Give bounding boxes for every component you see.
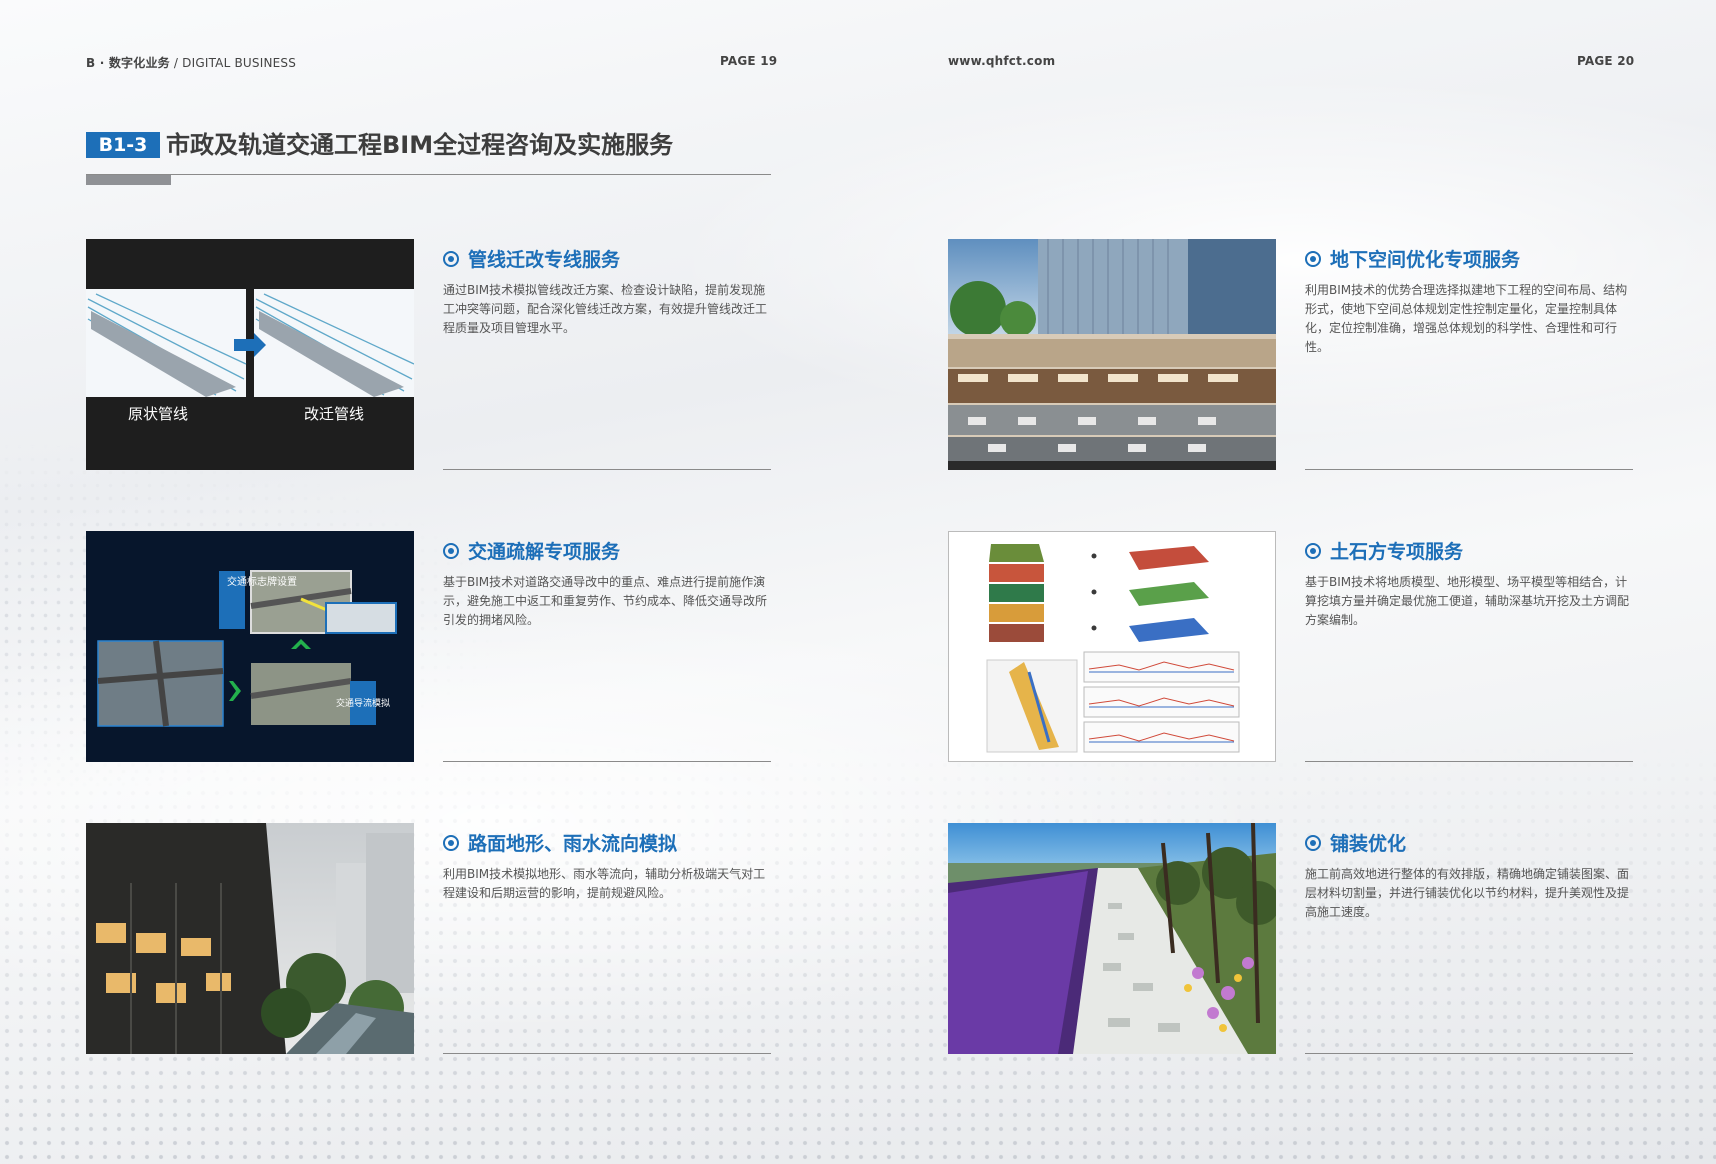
- image-label-original: 原状管线: [128, 405, 188, 423]
- earthwork-analysis-image: [948, 531, 1276, 762]
- section-description: 基于BIM技术对道路交通导改中的重点、难点进行提前施作演示，避免施工中返工和重复…: [443, 575, 768, 627]
- section-heading: 路面地形、雨水流向模拟: [443, 829, 677, 856]
- page-number-right: PAGE 20: [1577, 54, 1635, 68]
- title-accent-bar: [86, 175, 171, 185]
- section-description: 利用BIM技术模拟地形、雨水等流向，辅助分析极端天气对工程建设和后期运营的影响，…: [443, 867, 766, 900]
- target-icon: [443, 834, 459, 851]
- section-description: 利用BIM技术的优势合理选择拟建地下工程的空间布局、结构形式，使地下空间总体规划…: [1305, 283, 1628, 354]
- title-divider: [86, 174, 771, 175]
- section-code-badge: B1-3: [86, 132, 160, 158]
- target-icon: [1305, 834, 1321, 851]
- sign-label-flow: 交通导流模拟: [336, 697, 390, 709]
- underground-space-image: [948, 239, 1276, 470]
- page-number-left: PAGE 19: [720, 54, 778, 68]
- section-divider: [443, 761, 771, 762]
- section-title-block: B1-3 市政及轨道交通工程BIM全过程咨询及实施服务: [86, 130, 771, 188]
- traffic-diversion-image: 交通标志牌设置 交通导流模拟: [86, 531, 414, 762]
- header-section-label: B · 数字化业务 / DIGITAL BUSINESS: [86, 56, 297, 70]
- website-url: www.qhfct.com: [948, 54, 1056, 68]
- image-label-modified: 改迁管线: [304, 405, 364, 423]
- target-icon: [443, 542, 459, 559]
- page-title: 市政及轨道交通工程BIM全过程咨询及实施服务: [166, 131, 674, 159]
- pipeline-comparison-image: 原状管线 改迁管线: [86, 239, 414, 470]
- target-icon: [1305, 250, 1321, 267]
- section-description: 施工前高效地进行整体的有效排版，精确地确定铺装图案、面层材料切割量，并进行铺装优…: [1305, 867, 1630, 919]
- target-icon: [443, 250, 459, 267]
- paving-optimization-image: [948, 823, 1276, 1054]
- section-heading: 地下空间优化专项服务: [1305, 245, 1520, 272]
- section-divider: [1305, 1053, 1633, 1054]
- sign-label-vertical: 交通标志牌设置: [227, 575, 297, 588]
- section-divider: [1305, 469, 1633, 470]
- section-description: 通过BIM技术模拟管线改迁方案、检查设计缺陷，提前发现施工冲突等问题，配合深化管…: [443, 283, 768, 335]
- section-divider: [1305, 761, 1633, 762]
- terrain-rainwater-image: [86, 823, 414, 1054]
- target-icon: [1305, 542, 1321, 559]
- section-heading: 土石方专项服务: [1305, 537, 1463, 564]
- section-description: 基于BIM技术将地质模型、地形模型、场平模型等相结合，计算挖填方量并确定最优施工…: [1305, 575, 1630, 627]
- section-heading: 交通疏解专项服务: [443, 537, 620, 564]
- section-divider: [443, 1053, 771, 1054]
- section-heading: 管线迁改专线服务: [443, 245, 620, 272]
- section-heading: 铺装优化: [1305, 829, 1406, 856]
- section-divider: [443, 469, 771, 470]
